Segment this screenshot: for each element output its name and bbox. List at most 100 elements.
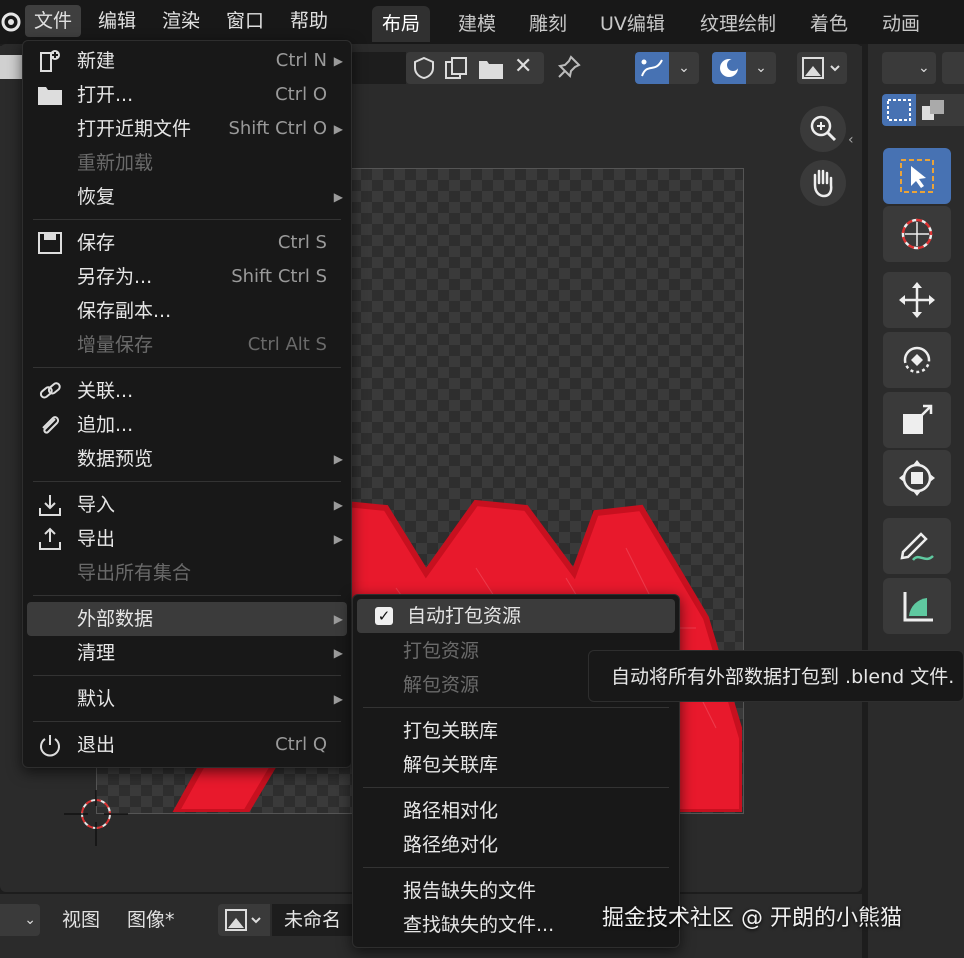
tab-texture-paint[interactable]: 纹理绘制	[690, 6, 786, 42]
divider	[33, 367, 341, 368]
tooltip: 自动将所有外部数据打包到 .blend 文件.	[588, 650, 964, 702]
chevron-right-icon: ▶	[333, 612, 343, 626]
divider	[363, 707, 669, 708]
menu-item-import[interactable]: 导入 ▶	[23, 488, 351, 522]
export-icon	[37, 527, 63, 551]
collapse-arrow-icon[interactable]: ‹	[848, 132, 854, 148]
gizmo-dropdown[interactable]: ⌄	[882, 52, 936, 84]
chevron-right-icon: ▶	[333, 54, 343, 68]
chevron-right-icon: ▶	[333, 190, 343, 204]
unlink-close-icon[interactable]: ✕	[514, 54, 532, 79]
tab-modeling[interactable]: 建模	[448, 6, 506, 42]
menu-item-save-as[interactable]: 另存为... Shift Ctrl S	[23, 260, 351, 294]
menu-item-open[interactable]: 打开... Ctrl O	[23, 78, 351, 112]
divider	[33, 595, 341, 596]
divider	[33, 219, 341, 220]
snap-toggle[interactable]	[942, 52, 964, 84]
display-channels-button[interactable]	[797, 52, 847, 84]
power-icon	[37, 733, 63, 757]
menu-item-clean-up[interactable]: 清理 ▶	[23, 636, 351, 670]
chevron-right-icon: ▶	[333, 498, 343, 512]
menu-item-export-all-collections: 导出所有集合	[77, 562, 192, 584]
measure-tool-button[interactable]	[883, 578, 951, 634]
watermark: 掘金技术社区 @ 开朗的小熊猫	[602, 906, 902, 931]
menu-item-external-data[interactable]: 外部数据 ▶	[27, 602, 347, 636]
menu-item-revert[interactable]: 恢复 ▶	[23, 180, 351, 214]
select-subtract-icon[interactable]	[950, 94, 964, 126]
move-tool-button[interactable]	[883, 272, 951, 328]
duplicate-icon[interactable]	[444, 56, 470, 85]
tab-layout[interactable]: 布局	[372, 6, 431, 42]
annotate-tool-button[interactable]	[883, 518, 951, 574]
menu-item-defaults[interactable]: 默认 ▶	[23, 682, 351, 716]
blender-logo-icon[interactable]	[0, 8, 22, 34]
tab-sculpting[interactable]: 雕刻	[519, 6, 577, 42]
tab-shading[interactable]: 着色	[800, 6, 858, 42]
uv-sync-button[interactable]	[635, 52, 669, 84]
chevron-right-icon: ▶	[333, 452, 343, 466]
select-box-mode-icon[interactable]	[882, 94, 916, 126]
folder-icon	[37, 83, 63, 107]
menu-image[interactable]: 图像*	[127, 906, 175, 934]
new-file-icon	[37, 49, 63, 73]
menu-item-quit[interactable]: 退出 Ctrl Q	[23, 728, 351, 762]
fake-user-shield-icon[interactable]	[412, 56, 436, 85]
select-extend-icon[interactable]	[916, 94, 950, 126]
menu-item-unpack-linked-libraries[interactable]: 解包关联库	[353, 748, 679, 782]
save-icon	[37, 231, 63, 255]
top-bar: 文件 编辑 渲染 窗口 帮助 布局 建模 雕刻 UV编辑 纹理绘制 着色 动画	[0, 0, 964, 44]
menu-item-autopack-resources[interactable]: ✓ 自动打包资源	[357, 599, 675, 633]
editor-type-icon[interactable]: ⌄	[0, 904, 40, 936]
menu-item-open-recent[interactable]: 打开近期文件 Shift Ctrl O ▶	[23, 112, 351, 146]
chevron-down-icon[interactable]: ⌄	[669, 52, 699, 84]
tab-uv-editing[interactable]: UV编辑	[590, 6, 675, 42]
menu-item-data-previews[interactable]: 数据预览 ▶	[23, 442, 351, 476]
menu-window[interactable]: 窗口	[217, 5, 273, 37]
select-tool-button[interactable]	[883, 148, 951, 204]
overlay-button[interactable]	[712, 52, 746, 84]
open-folder-icon[interactable]	[478, 58, 504, 85]
scale-tool-button[interactable]	[883, 392, 951, 448]
menu-edit[interactable]: 编辑	[89, 5, 145, 37]
link-icon	[37, 379, 63, 403]
transform-tool-button[interactable]	[883, 450, 951, 506]
paperclip-icon	[37, 413, 63, 437]
menu-view[interactable]: 视图	[62, 906, 100, 934]
menu-item-append[interactable]: 追加...	[23, 408, 351, 442]
external-data-submenu: ✓ 自动打包资源 打包资源 解包资源 打包关联库 解包关联库 路径相对化 路径绝…	[352, 594, 680, 948]
divider	[363, 867, 669, 868]
menu-render[interactable]: 渲染	[153, 5, 209, 37]
name-field[interactable]	[350, 52, 406, 84]
menu-item-save-copy[interactable]: 保存副本...	[23, 294, 351, 328]
menu-item-export[interactable]: 导出 ▶	[23, 522, 351, 556]
editor-type-icon[interactable]	[0, 55, 22, 79]
tab-animation[interactable]: 动画	[872, 6, 930, 42]
menu-item-make-paths-absolute[interactable]: 路径绝对化	[353, 828, 679, 862]
2d-cursor-icon[interactable]	[64, 790, 128, 846]
chevron-right-icon: ▶	[333, 646, 343, 660]
divider	[33, 721, 341, 722]
divider	[33, 481, 341, 482]
image-browse-dropdown[interactable]	[218, 904, 270, 936]
menu-item-new[interactable]: 新建 Ctrl N ▶	[23, 44, 351, 78]
chevron-right-icon: ▶	[333, 122, 343, 136]
menu-file[interactable]: 文件	[25, 5, 82, 37]
menu-item-pack-linked-libraries[interactable]: 打包关联库	[353, 714, 679, 748]
chevron-down-icon[interactable]: ⌄	[746, 52, 776, 84]
import-icon	[37, 493, 63, 517]
menu-item-link[interactable]: 关联...	[23, 374, 351, 408]
checkbox-checked-icon[interactable]: ✓	[375, 607, 393, 625]
menu-help[interactable]: 帮助	[281, 5, 337, 37]
menu-item-incremental-save: 增量保存 Ctrl Alt S	[77, 334, 327, 356]
pin-icon[interactable]	[556, 54, 582, 85]
cursor-tool-button[interactable]	[883, 206, 951, 262]
rotate-tool-button[interactable]	[883, 332, 951, 388]
chevron-right-icon: ▶	[333, 692, 343, 706]
file-menu: 新建 Ctrl N ▶ 打开... Ctrl O 打开近期文件 Shift Ct…	[22, 40, 352, 768]
pan-hand-icon[interactable]	[800, 160, 846, 206]
divider	[33, 675, 341, 676]
zoom-icon[interactable]	[800, 106, 846, 152]
menu-item-make-paths-relative[interactable]: 路径相对化	[353, 794, 679, 828]
menu-item-save[interactable]: 保存 Ctrl S	[23, 226, 351, 260]
image-name-field[interactable]: 未命名	[272, 904, 352, 936]
